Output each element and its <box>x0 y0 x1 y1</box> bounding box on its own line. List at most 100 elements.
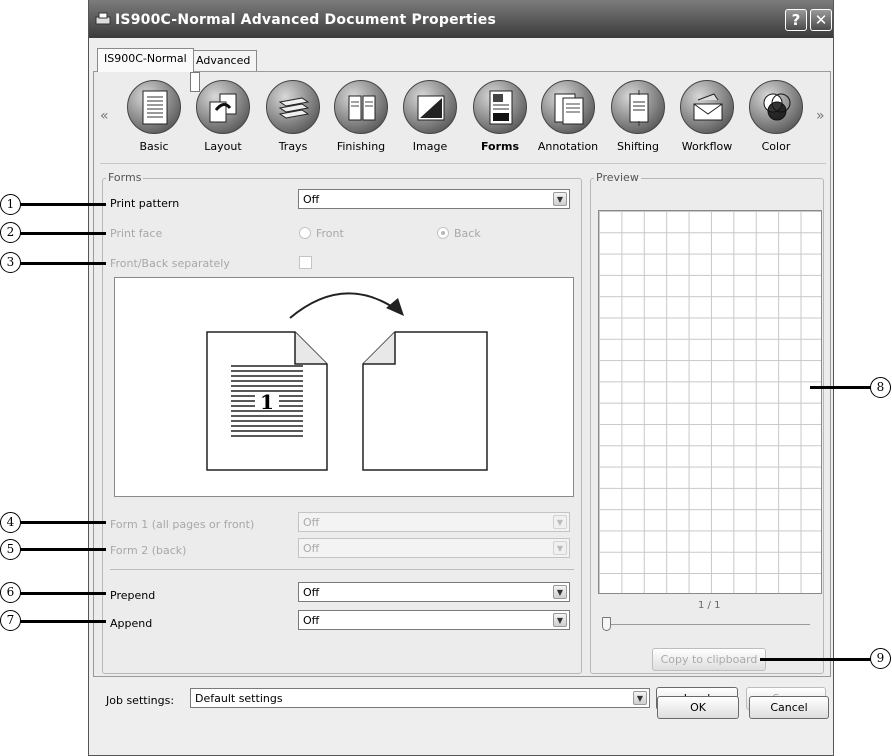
separator <box>110 569 574 570</box>
callout-leader <box>20 548 106 551</box>
category-label: Shifting <box>616 140 659 153</box>
callout-3: 3 <box>0 252 21 273</box>
back-radio[interactable] <box>437 227 449 239</box>
front-radio[interactable] <box>299 227 311 239</box>
chevron-down-icon[interactable]: ▼ <box>553 192 567 206</box>
page-flip-illustration: 1 <box>206 292 488 471</box>
prepend-value: Off <box>303 586 320 599</box>
prepend-select[interactable]: Off ▼ <box>298 582 570 602</box>
chevron-down-icon[interactable]: ▼ <box>553 613 567 627</box>
callout-8: 8 <box>870 377 891 398</box>
callout-leader <box>20 521 106 524</box>
callout-leader <box>20 262 106 265</box>
preview-legend: Preview <box>594 171 641 184</box>
page-indicator: 1 / 1 <box>698 600 721 611</box>
trays-icon <box>266 80 320 134</box>
form2-select[interactable]: Off ▼ <box>298 538 570 558</box>
close-button[interactable]: ✕ <box>810 9 832 31</box>
callout-1: 1 <box>0 194 21 215</box>
front-back-separately-checkbox[interactable] <box>299 256 312 269</box>
chevron-down-icon[interactable]: ▼ <box>633 691 647 705</box>
prepend-label: Prepend <box>110 589 156 602</box>
category-forms[interactable]: Forms <box>466 80 534 153</box>
category-annotation[interactable]: Annotation <box>534 80 602 153</box>
job-settings-select-wrap <box>190 72 200 92</box>
workflow-icon <box>680 80 734 134</box>
back-radio-label: Back <box>454 227 481 240</box>
forms-icon <box>473 80 527 134</box>
tab-advanced[interactable]: Advanced <box>189 50 258 71</box>
append-label: Append <box>110 617 153 630</box>
chevron-down-icon[interactable]: ▼ <box>553 585 567 599</box>
copy-to-clipboard-button[interactable]: Copy to clipboard <box>652 648 766 671</box>
print-face-label: Print face <box>110 227 163 240</box>
callout-7: 7 <box>0 610 21 631</box>
callout-6: 6 <box>0 582 21 603</box>
shifting-icon <box>611 80 665 134</box>
job-settings-value: Default settings <box>195 692 283 705</box>
cancel-button[interactable]: Cancel <box>749 696 829 719</box>
callout-leader <box>20 592 106 595</box>
callout-leader <box>20 620 106 623</box>
category-color[interactable]: Color <box>742 80 810 153</box>
tab-panel: « » Basic Layout Trays Finishing Image F… <box>93 71 831 710</box>
annotation-icon <box>541 80 595 134</box>
callout-leader <box>20 232 106 235</box>
separator <box>100 163 826 164</box>
title-bar[interactable]: IS900C-Normal Advanced Document Properti… <box>89 0 833 38</box>
scroll-right-icon[interactable]: » <box>816 108 825 124</box>
front-back-separately-label: Front/Back separately <box>110 257 230 270</box>
callout-5: 5 <box>0 539 21 560</box>
image-icon <box>403 80 457 134</box>
category-label: Basic <box>139 140 169 153</box>
category-image[interactable]: Image <box>396 80 464 153</box>
category-workflow[interactable]: Workflow <box>673 80 741 153</box>
append-select[interactable]: Off ▼ <box>298 610 570 630</box>
callout-9: 9 <box>870 648 891 669</box>
print-pattern-label: Print pattern <box>110 197 180 210</box>
category-basic[interactable]: Basic <box>120 80 188 153</box>
tab-is900c-normal[interactable]: IS900C-Normal <box>97 48 194 72</box>
category-label: Layout <box>204 140 242 153</box>
category-label: Color <box>761 140 791 153</box>
page-slider-thumb[interactable] <box>602 617 611 631</box>
chevron-down-icon[interactable]: ▼ <box>553 541 567 555</box>
illustration-page-number: 1 <box>260 390 274 414</box>
layout-icon <box>196 80 250 134</box>
category-label: Finishing <box>336 140 386 153</box>
form2-label: Form 2 (back) <box>110 544 187 557</box>
callout-leader <box>20 203 106 206</box>
form2-value: Off <box>303 542 320 555</box>
print-pattern-select[interactable]: Off ▼ <box>298 189 570 209</box>
forms-illustration: 1 <box>114 277 574 497</box>
page-slider-track[interactable] <box>606 624 810 625</box>
category-finishing[interactable]: Finishing <box>327 80 395 153</box>
category-label: Image <box>412 140 448 153</box>
category-label: Forms <box>480 140 520 153</box>
print-pattern-value: Off <box>303 193 320 206</box>
help-button[interactable]: ? <box>785 9 807 31</box>
callout-4: 4 <box>0 512 21 533</box>
forms-legend: Forms <box>106 171 144 184</box>
finishing-icon <box>334 80 388 134</box>
ok-button[interactable]: OK <box>657 696 739 719</box>
color-icon <box>749 80 803 134</box>
front-radio-label: Front <box>316 227 344 240</box>
chevron-down-icon[interactable]: ▼ <box>553 515 567 529</box>
form1-select[interactable]: Off ▼ <box>298 512 570 532</box>
callout-2: 2 <box>0 222 21 243</box>
category-label: Annotation <box>537 140 599 153</box>
category-shifting[interactable]: Shifting <box>604 80 672 153</box>
job-settings-select[interactable]: Default settings ▼ <box>190 688 650 708</box>
properties-window: IS900C-Normal Advanced Document Properti… <box>88 0 834 756</box>
scroll-left-icon[interactable]: « <box>100 108 109 124</box>
window-title: IS900C-Normal Advanced Document Properti… <box>115 12 496 28</box>
preview-grid <box>598 210 822 594</box>
category-label: Trays <box>278 140 308 153</box>
form1-label: Form 1 (all pages or front) <box>110 518 255 531</box>
category-label: Workflow <box>681 140 733 153</box>
callout-leader <box>760 658 872 661</box>
category-trays[interactable]: Trays <box>259 80 327 153</box>
form1-value: Off <box>303 516 320 529</box>
basic-document-icon <box>127 80 181 134</box>
